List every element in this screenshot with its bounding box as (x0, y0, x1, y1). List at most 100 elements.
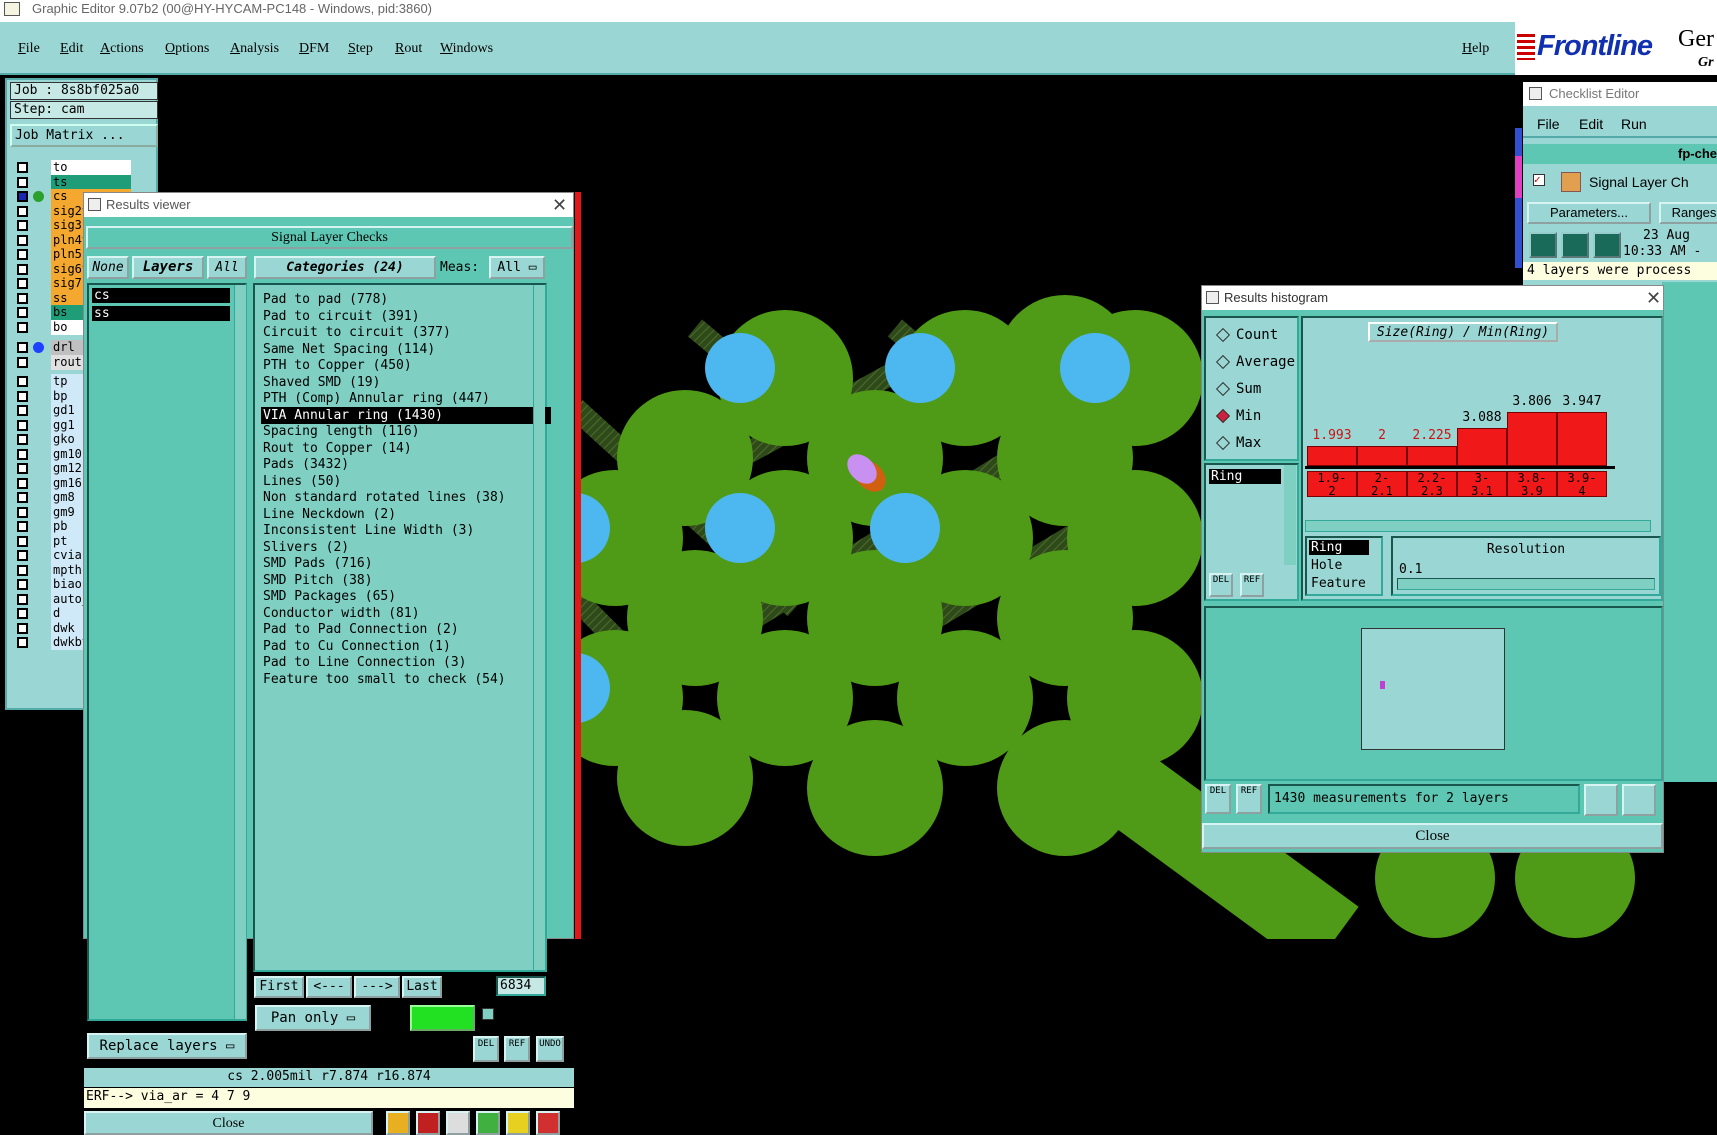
mode-count-radio[interactable]: Count (1216, 326, 1278, 344)
resolution-slider[interactable] (1397, 578, 1655, 590)
mode-max-radio[interactable]: Max (1216, 434, 1261, 452)
index-input[interactable]: 6834 (496, 976, 546, 996)
category-item[interactable]: Slivers (2) (261, 539, 551, 556)
measure-item-ring[interactable]: Ring (1209, 469, 1281, 484)
menu-windows[interactable]: Windows (440, 41, 493, 57)
layer-checkbox[interactable] (17, 176, 28, 188)
layer-name[interactable]: to (51, 160, 131, 175)
run-icon-2[interactable] (1561, 232, 1589, 258)
menu-dfm[interactable]: DFM (299, 41, 329, 57)
layer-checkbox[interactable] (17, 376, 28, 387)
run-icon[interactable] (1529, 232, 1557, 258)
first-button[interactable]: First (254, 976, 304, 998)
layer-checkbox[interactable] (17, 419, 28, 431)
category-item[interactable]: Pads (3432) (261, 456, 551, 473)
histogram-close-button[interactable]: Close (1202, 823, 1663, 849)
menu-rout[interactable]: Rout (395, 41, 422, 57)
none-button[interactable]: None (87, 256, 129, 279)
next-button[interactable]: ---> (354, 976, 400, 998)
tool-icon-3[interactable] (446, 1111, 470, 1135)
layer-checkbox[interactable] (17, 356, 28, 368)
close-button[interactable]: Close (84, 1111, 373, 1135)
layer-checkbox[interactable] (17, 263, 28, 275)
menu-actions[interactable]: Actions (100, 41, 144, 57)
histogram-bar[interactable] (1457, 428, 1507, 466)
zoom-fit-icon[interactable] (1622, 784, 1656, 816)
layer-checkbox[interactable] (17, 492, 28, 503)
all-button[interactable]: All (207, 256, 247, 279)
menu-file[interactable]: File (18, 41, 40, 57)
tool-icon-4[interactable] (476, 1111, 500, 1135)
tool-icon-1[interactable] (386, 1111, 410, 1135)
category-item[interactable]: PTH (Comp) Annular ring (447) (261, 390, 551, 407)
chart-icon[interactable] (536, 1111, 560, 1135)
layer-name[interactable]: ts (51, 174, 131, 190)
layer-checkbox[interactable] (17, 535, 28, 547)
pan-mode-dropdown[interactable]: Pan only ▭ (255, 1005, 371, 1031)
layer-checkbox[interactable] (17, 622, 28, 634)
layer-checkbox[interactable] (17, 448, 28, 460)
layer-checkbox[interactable] (17, 162, 28, 173)
layer-checkbox[interactable] (17, 234, 28, 246)
category-item[interactable]: Feature too small to check (54) (261, 671, 551, 688)
layer-checkbox[interactable] (17, 608, 28, 619)
layer-checkbox[interactable] (17, 220, 28, 231)
category-item[interactable]: Non standard rotated lines (38) (261, 489, 551, 506)
category-item[interactable]: Rout to Copper (14) (261, 440, 551, 457)
category-item[interactable]: PTH to Copper (450) (261, 357, 551, 374)
layer-checkbox[interactable] (17, 278, 28, 289)
category-item[interactable]: Inconsistent Line Width (3) (261, 522, 551, 539)
category-item[interactable]: SMD Packages (65) (261, 588, 551, 605)
category-item[interactable]: Pad to Line Connection (3) (261, 654, 551, 671)
histogram-bar[interactable] (1557, 412, 1607, 466)
preview-ref-button[interactable]: REF (1236, 784, 1262, 814)
hist-ref-button[interactable]: REF (1240, 573, 1264, 597)
layer-checkbox[interactable] (17, 307, 28, 318)
close-icon[interactable]: ✕ (1646, 288, 1661, 309)
layer-checkbox[interactable] (17, 477, 28, 489)
category-item[interactable]: Pad to Cu Connection (1) (261, 638, 551, 655)
tool-icon-5[interactable] (506, 1111, 530, 1135)
del-button[interactable]: DEL (473, 1036, 499, 1062)
layer-checkbox[interactable] (17, 292, 28, 304)
layer-checkbox[interactable] (17, 405, 28, 416)
category-item[interactable]: SMD Pitch (38) (261, 572, 551, 589)
layers-scrollbar[interactable] (234, 285, 246, 1019)
layer-checkbox[interactable] (17, 564, 28, 576)
histogram-bar[interactable] (1307, 446, 1357, 466)
board-overview-thumbnail[interactable] (1361, 628, 1505, 750)
checklist-item-checkbox[interactable]: ✓ (1533, 174, 1545, 186)
category-item[interactable]: Pad to pad (778) (261, 291, 551, 308)
layer-checkbox[interactable] (17, 506, 28, 518)
run-icon-3[interactable] (1593, 232, 1621, 258)
layer-item-cs[interactable]: cs (92, 288, 230, 303)
layer-row[interactable]: ts (11, 174, 136, 190)
histogram-bar[interactable] (1507, 412, 1557, 466)
layers-button[interactable]: Layers (132, 256, 204, 279)
layer-checkbox[interactable] (17, 521, 28, 532)
categories-button[interactable]: Categories (24) (254, 256, 436, 279)
job-matrix-button[interactable]: Job Matrix ... (10, 124, 158, 147)
checklist-menu-run[interactable]: Run (1621, 116, 1647, 132)
category-item[interactable]: Pad to circuit (391) (261, 308, 551, 325)
layer-checkbox[interactable] (17, 249, 28, 260)
category-item[interactable]: Conductor width (81) (261, 605, 551, 622)
mode-average-radio[interactable]: Average (1216, 353, 1295, 371)
category-item[interactable]: SMD Pads (716) (261, 555, 551, 572)
categories-scrollbar[interactable] (533, 285, 545, 970)
mode-min-radio[interactable]: Min (1216, 407, 1261, 425)
layer-checkbox[interactable] (17, 205, 28, 217)
layer-item-ss[interactable]: ss (92, 306, 230, 321)
menu-help[interactable]: Help (1462, 41, 1489, 57)
menu-options[interactable]: Options (165, 41, 209, 57)
prev-button[interactable]: <--- (306, 976, 352, 998)
measure-list-scrollbar[interactable] (1284, 465, 1296, 565)
checklist-menu-edit[interactable]: Edit (1579, 116, 1603, 132)
histogram-hscroll[interactable] (1305, 520, 1651, 532)
checklist-menu-file[interactable]: File (1537, 116, 1560, 132)
layer-checkbox[interactable] (17, 593, 28, 605)
measure-type-hole[interactable]: Hole (1309, 558, 1342, 573)
layer-checkbox[interactable] (17, 342, 28, 353)
measure-type-ring[interactable]: Ring (1309, 540, 1369, 555)
layer-checkbox[interactable] (17, 637, 28, 648)
